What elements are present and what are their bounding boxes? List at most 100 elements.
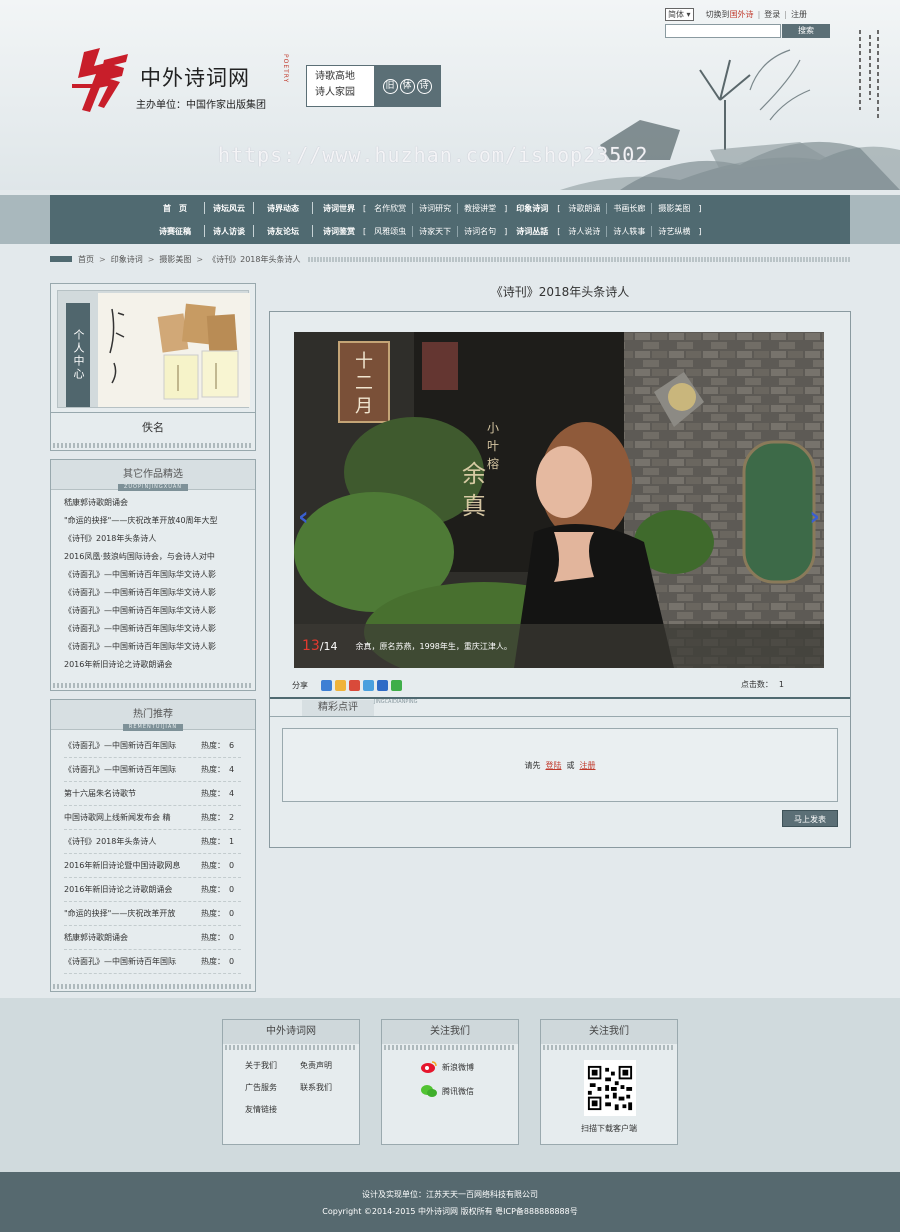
- other-works-title: 其它作品精选: [123, 469, 183, 480]
- list-item[interactable]: 《诗面孔》—中国新诗百年国际华文诗人影: [64, 620, 241, 638]
- search-input[interactable]: [665, 24, 781, 38]
- nav-item[interactable]: 诗赛征稿: [150, 226, 200, 237]
- nav-item[interactable]: 印象诗词: [509, 203, 555, 214]
- nav-subitem[interactable]: 诗词研究: [412, 202, 457, 214]
- list-item[interactable]: 《诗刊》2018年头条诗人: [64, 530, 241, 548]
- profile-picture[interactable]: 个人中心: [57, 290, 250, 408]
- comment-prompt: 请先: [524, 760, 541, 770]
- comment-login-link[interactable]: 登陆: [546, 760, 562, 771]
- nav-subitem[interactable]: 诗词名句: [457, 225, 502, 237]
- site-logo-icon[interactable]: [70, 46, 132, 116]
- nav-subitem[interactable]: 诗人轶事: [606, 225, 651, 237]
- weibo-link[interactable]: 新浪微博: [420, 1060, 474, 1074]
- hot-item-title: 2016年新旧诗论之诗歌朗诵会: [64, 885, 173, 894]
- list-item[interactable]: 嵇康郭诗歌朗诵会: [64, 494, 241, 512]
- share-weibo-icon[interactable]: [349, 679, 360, 691]
- hot-list-item[interactable]: 《诗面孔》—中国新诗百年国际 热度： 0: [64, 950, 241, 974]
- svg-text:二: 二: [355, 373, 373, 394]
- nav-item[interactable]: 诗词鉴赏: [317, 226, 361, 237]
- nav-home[interactable]: 首 页: [150, 203, 200, 214]
- hot-list-item[interactable]: "命运的抉择"——庆祝改革开放 热度： 0: [64, 902, 241, 926]
- next-arrow-icon[interactable]: ›: [809, 502, 820, 532]
- nav-item[interactable]: 诗人访谈: [209, 226, 249, 237]
- nav-subitem[interactable]: 风雅颂虫: [368, 226, 412, 237]
- site-title[interactable]: 中外诗词网: [140, 62, 250, 92]
- nav-item[interactable]: 诗坛风云: [209, 203, 249, 214]
- nav-item[interactable]: 诗界动态: [258, 203, 308, 214]
- list-item[interactable]: 2016年新旧诗论之诗歌朗诵会: [64, 656, 241, 674]
- share-qzone-icon[interactable]: [335, 679, 346, 691]
- footer-link[interactable]: 广告服务: [245, 1082, 300, 1093]
- nav-item[interactable]: 诗词丛話: [509, 226, 555, 237]
- heat-value: 2: [229, 813, 235, 822]
- hot-item-title: 中国诗歌网上线新闻发布会 精: [64, 813, 171, 822]
- login-link[interactable]: 登录: [764, 9, 780, 20]
- nav-subitem[interactable]: 摄影美图: [651, 202, 696, 214]
- share-renren-icon[interactable]: [377, 679, 388, 691]
- other-works-box: 其它作品精选 ZUOPINJINGXUAN 嵇康郭诗歌朗诵会 "命运的抉择"——…: [50, 459, 256, 691]
- language-select[interactable]: 简体 ▾: [665, 7, 694, 21]
- nav-subitem[interactable]: 诗家天下: [412, 225, 457, 237]
- share-label: 分享: [292, 680, 308, 690]
- search-button[interactable]: 搜索: [782, 24, 830, 38]
- nav-subitem[interactable]: 诗人说诗: [562, 226, 606, 237]
- social-links: 新浪微博 腾讯微信: [420, 1060, 474, 1108]
- hot-list-item[interactable]: 《诗刊》2018年头条诗人 热度： 1: [64, 830, 241, 854]
- comment-register-link[interactable]: 注册: [580, 760, 596, 771]
- share-wechat-icon[interactable]: [391, 679, 402, 691]
- decorative-pattern: [53, 984, 253, 989]
- list-item[interactable]: 2016凤凰·鼓浪屿国际诗会，与会诗人对中: [64, 548, 241, 566]
- hot-list-item[interactable]: 2016年新旧诗论暨中国诗歌网息 热度： 0: [64, 854, 241, 878]
- classic-poetry-badge: 旧 体 诗: [374, 66, 440, 106]
- hot-list-item[interactable]: 第十六届朱名诗歌节 热度： 4: [64, 782, 241, 806]
- nav-subitem[interactable]: 名作欣赏: [368, 203, 412, 214]
- list-item[interactable]: "命运的抉择"——庆祝改革开放40周年大型: [64, 512, 241, 530]
- weixin-link[interactable]: 腾讯微信: [420, 1084, 474, 1098]
- nav-subitem[interactable]: 诗歌朗诵: [562, 203, 606, 214]
- list-item[interactable]: 《诗面孔》—中国新诗百年国际华文诗人影: [64, 602, 241, 620]
- list-item[interactable]: 《诗面孔》—中国新诗百年国际华文诗人影: [64, 584, 241, 602]
- photo-slideshow[interactable]: 十 二 月 余 真 小 叶 榕 ‹ › 13 /14 余真，原名苏燕，1998年…: [294, 332, 824, 668]
- register-link[interactable]: 注册: [791, 9, 807, 20]
- hot-list-item[interactable]: 嵇康郭诗歌朗诵会 热度： 0: [64, 926, 241, 950]
- footer-link[interactable]: 友情链接: [245, 1104, 300, 1115]
- nav-item[interactable]: 诗词世界: [317, 203, 361, 214]
- divider: [253, 225, 254, 237]
- hot-list-item[interactable]: 2016年新旧诗论之诗歌朗诵会 热度： 0: [64, 878, 241, 902]
- hot-list-item[interactable]: 《诗面孔》—中国新诗百年国际 热度： 4: [64, 758, 241, 782]
- submit-comment-button[interactable]: 马上发表: [782, 810, 838, 827]
- nav-subitem[interactable]: 教授讲堂: [457, 202, 502, 214]
- heat-label: 热度：: [201, 813, 225, 822]
- personal-center-tab[interactable]: 个人中心: [66, 303, 90, 407]
- nav-subitem[interactable]: 书画长廊: [606, 202, 651, 214]
- hot-item-title: "命运的抉择"——庆祝改革开放: [64, 909, 176, 918]
- qr-code-icon[interactable]: [584, 1060, 636, 1116]
- hot-list-item[interactable]: 《诗面孔》—中国新诗百年国际 热度： 6: [64, 734, 241, 758]
- prev-arrow-icon[interactable]: ‹: [298, 502, 309, 532]
- breadcrumb-item[interactable]: 首页: [78, 254, 94, 265]
- hot-item-title: 2016年新旧诗论暨中国诗歌网息: [64, 861, 181, 870]
- nav-item[interactable]: 诗友论坛: [258, 226, 308, 237]
- hot-recommend-subtitle: REMENTUIJIAN: [122, 724, 184, 731]
- slogan-text: 诗歌高地 诗人家园: [307, 66, 375, 106]
- breadcrumb-icon: [50, 256, 72, 262]
- photo-index: 13: [302, 638, 320, 654]
- comment-box[interactable]: 请先 登陆 或 注册: [282, 728, 838, 802]
- top-links: 简体 ▾ 切换到 国外诗 | 登录 | 注册: [665, 7, 807, 21]
- breadcrumb-item[interactable]: 印象诗词: [111, 254, 143, 265]
- list-item[interactable]: 《诗面孔》—中国新诗百年国际华文诗人影: [64, 638, 241, 656]
- breadcrumb-item[interactable]: 摄影美图: [159, 254, 191, 265]
- heat-label: 热度：: [201, 741, 225, 750]
- share-tencent-icon[interactable]: [363, 679, 374, 691]
- switch-foreign-poetry-link[interactable]: 国外诗: [730, 9, 754, 20]
- footer-link[interactable]: 联系我们: [300, 1082, 355, 1093]
- list-item[interactable]: 《诗面孔》—中国新诗百年国际华文诗人影: [64, 566, 241, 584]
- footer-link[interactable]: 免责声明: [300, 1060, 355, 1071]
- share-add-icon[interactable]: [321, 679, 332, 691]
- nav-subitem[interactable]: 诗艺纵横: [651, 225, 696, 237]
- heat-value: 6: [229, 741, 235, 750]
- breadcrumb: 首页 > 印象诗词 > 摄影美图 > 《诗刊》2018年头条诗人: [50, 253, 850, 265]
- footer-link[interactable]: 关于我们: [245, 1060, 300, 1071]
- hot-list-item[interactable]: 中国诗歌网上线新闻发布会 精 热度： 2: [64, 806, 241, 830]
- svg-text:榕: 榕: [487, 456, 499, 471]
